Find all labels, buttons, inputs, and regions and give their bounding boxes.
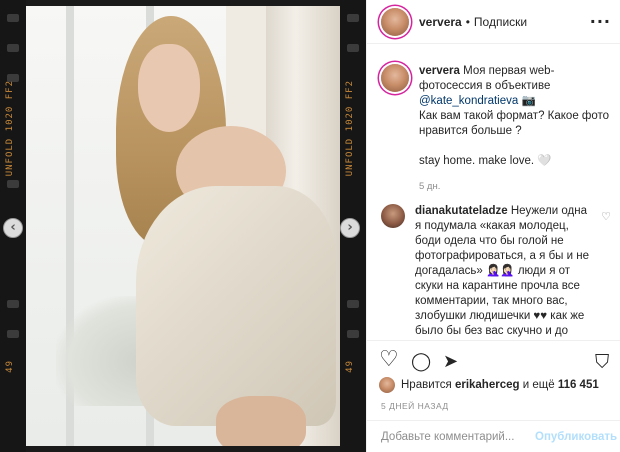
camera-emoji: 📷 (521, 95, 536, 107)
previous-photo-button[interactable]: ‹ (3, 218, 23, 238)
next-photo-button[interactable]: › (340, 218, 360, 238)
comment-item: dianakutateladze Неужели одна я подумала… (381, 204, 613, 340)
liker-username[interactable]: erikaherceg (455, 379, 520, 391)
heart-emoji: 🤍 (537, 155, 552, 167)
more-options-icon[interactable]: ··· (590, 12, 611, 31)
post-date[interactable]: 5 ДНЕЙ НАЗАД (381, 401, 449, 411)
caption-username[interactable]: ververa (419, 65, 460, 77)
likes-count[interactable]: 116 451 (558, 379, 599, 391)
woman-face (138, 44, 200, 132)
comment-input[interactable] (381, 430, 535, 443)
comment-text: dianakutateladze Неужели одна я подумала… (415, 204, 595, 340)
post-actions: ♡ ◯ ➤ ⛉ (367, 340, 620, 380)
post-caption: ververa Моя первая web-фотосессия в объе… (381, 64, 613, 194)
caption-line-3: stay home. make love. (419, 155, 535, 167)
film-number-left: 49 (5, 360, 15, 373)
caption-text: ververa Моя первая web-фотосессия в объе… (419, 64, 613, 194)
mention-link[interactable]: @kate_kondratieva (419, 95, 518, 107)
caption-line-2: Как вам такой формат? Какое фото нравитс… (419, 110, 610, 137)
photo-frame (26, 6, 340, 446)
film-number-right: 49 (345, 360, 355, 373)
woman-leg (216, 396, 306, 446)
post-side-panel: ververa • Подписки ··· ververa Моя перва… (366, 0, 620, 452)
save-icon[interactable]: ⛉ (595, 351, 609, 373)
author-avatar[interactable] (381, 7, 409, 36)
likes-suffix: и ещё (522, 379, 555, 391)
white-shirt (136, 186, 336, 426)
likes-prefix: Нравится (401, 379, 452, 391)
film-label-left: UNFOLD 1020 FF2 (5, 80, 15, 177)
author-username[interactable]: ververa (419, 15, 462, 29)
comment-like-icon[interactable]: ♡ (601, 210, 611, 223)
separator-dot: • (465, 14, 470, 29)
post-photo[interactable]: UNFOLD 1020 FF2 49 UNFOLD 1020 FF2 49 ‹ … (0, 0, 366, 452)
commenter-avatar[interactable] (381, 204, 405, 228)
following-button[interactable]: Подписки (474, 15, 527, 29)
comment-content: Неужели одна я подумала «какая молодец, … (415, 205, 589, 337)
likes-summary: Нравится erikaherceg и ещё 116 451 (379, 377, 599, 393)
commenter-username[interactable]: dianakutateladze (415, 205, 508, 217)
comment-icon[interactable]: ◯ (411, 351, 431, 373)
caption-author-avatar[interactable] (381, 64, 409, 92)
liker-avatar[interactable] (379, 377, 395, 393)
share-icon[interactable]: ➤ (443, 351, 458, 373)
like-icon[interactable]: ♡ (379, 349, 399, 371)
publish-button[interactable]: Опубликовать (535, 431, 617, 443)
film-label-right: UNFOLD 1020 FF2 (345, 80, 355, 177)
add-comment-bar: Опубликовать (367, 420, 620, 452)
caption-timestamp[interactable]: 5 дн. (419, 179, 613, 194)
post-header: ververa • Подписки ··· (367, 0, 620, 44)
